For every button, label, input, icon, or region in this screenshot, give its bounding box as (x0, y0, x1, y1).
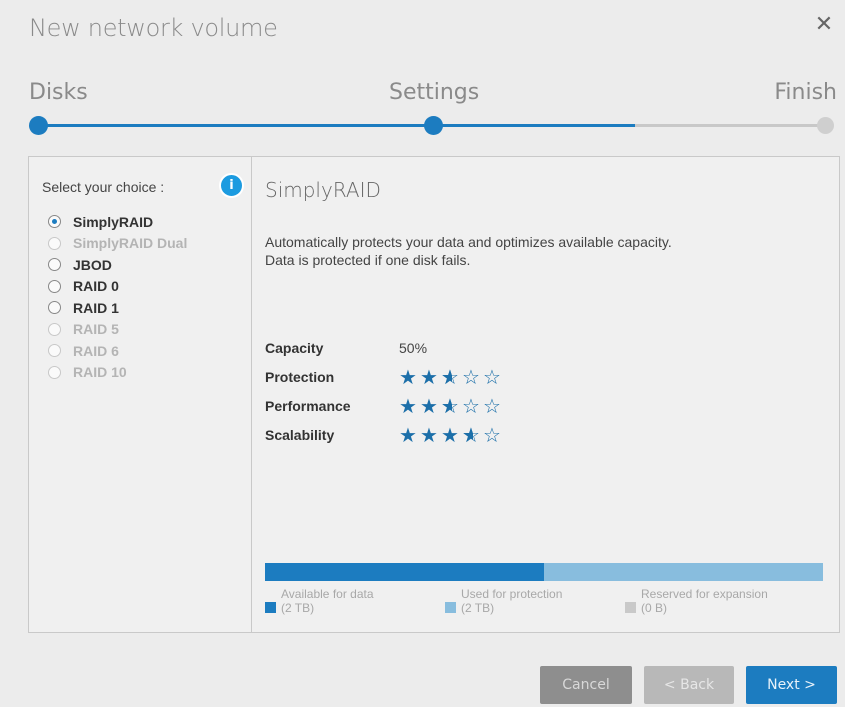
star-empty-icon: ☆ (483, 422, 501, 447)
star-empty-icon: ☆ (462, 393, 480, 418)
legend-available-swatch (265, 602, 276, 613)
legend-protection: Used for protection (2 TB) (445, 587, 625, 615)
star-full-icon: ★ (441, 422, 459, 447)
raid-option[interactable]: RAID 0 (48, 276, 187, 298)
back-button[interactable]: < Back (644, 666, 734, 704)
step-finish: Finish (774, 80, 837, 105)
dialog-title: New network volume (29, 14, 278, 42)
radio-button[interactable] (48, 258, 61, 272)
star-rating: ★ ★ ★ ☆ ★ ☆ (399, 425, 504, 445)
metric-scalability: Scalability ★ ★ ★ ☆ ★ ☆ (265, 420, 504, 449)
star-full-icon: ★ (399, 422, 417, 447)
step-dot-settings (424, 116, 443, 135)
description-line-1: Automatically protects your data and opt… (265, 234, 672, 250)
new-network-volume-dialog: New network volume ✕ Disks Settings Fini… (0, 0, 845, 707)
capacity-label: Capacity (265, 339, 324, 356)
legend-protection-label: Used for protection (461, 587, 563, 601)
legend-available: Available for data (2 TB) (265, 587, 445, 615)
raid-option-label: RAID 0 (73, 278, 119, 295)
radio-button (48, 236, 61, 250)
capacity-bar (265, 563, 823, 581)
raid-option[interactable]: RAID 1 (48, 297, 187, 319)
wizard-progress-fill (38, 124, 636, 127)
raid-options-list: SimplyRAID SimplyRAID Dual JBOD RAID 0 RAID … (48, 211, 187, 383)
raid-option: SimplyRAID Dual (48, 233, 187, 255)
star-rating: ★ ★ ☆ ★ ☆ ☆ (399, 396, 504, 416)
capacity-protection-segment (544, 563, 823, 581)
legend-available-label: Available for data (281, 587, 374, 601)
radio-button (48, 344, 61, 358)
select-choice-label: Select your choice : (42, 179, 165, 195)
cancel-button[interactable]: Cancel (540, 666, 632, 704)
capacity-value: 50% (399, 339, 428, 356)
star-half-icon: ☆ ★ (441, 364, 459, 389)
legend-protection-swatch (445, 602, 456, 613)
radio-button (48, 365, 61, 379)
metric-label: Protection (265, 368, 335, 385)
raid-option: RAID 10 (48, 362, 187, 384)
star-rating: ★ ★ ☆ ★ ☆ ☆ (399, 367, 504, 387)
legend-available-size: (2 TB) (281, 601, 315, 615)
close-icon[interactable]: ✕ (811, 12, 837, 38)
raid-option-label: RAID 5 (73, 321, 119, 338)
star-empty-icon: ☆ (462, 364, 480, 389)
legend-reserved-swatch (625, 602, 636, 613)
step-settings: Settings (389, 80, 480, 105)
raid-option-label: SimplyRAID Dual (73, 235, 188, 252)
metric-protection: Protection ★ ★ ☆ ★ ☆ ☆ (265, 362, 504, 391)
volume-settings-panel: Select your choice : i SimplyRAID SimplyR… (28, 156, 840, 633)
raid-details: SimplyRAID Automatically protects your d… (252, 157, 839, 632)
legend-protection-size: (2 TB) (461, 601, 495, 615)
star-half-icon: ☆ ★ (441, 393, 459, 418)
raid-description: Automatically protects your data and opt… (265, 233, 815, 269)
raid-metrics: Capacity 50% Protection ★ ★ ☆ ★ ☆ ☆ Performance… (265, 333, 504, 449)
star-full-icon: ★ (420, 422, 438, 447)
raid-option: RAID 6 (48, 340, 187, 362)
raid-option-label: RAID 10 (73, 364, 127, 381)
step-disks: Disks (29, 80, 88, 105)
star-full-icon: ★ (399, 364, 417, 389)
raid-option: RAID 5 (48, 319, 187, 341)
metric-label: Scalability (265, 426, 335, 443)
radio-button (48, 322, 61, 336)
next-button[interactable]: Next > (746, 666, 837, 704)
raid-option[interactable]: SimplyRAID (48, 211, 187, 233)
legend-reserved-size: (0 B) (641, 601, 668, 615)
raid-option-label: SimplyRAID (73, 213, 154, 230)
star-empty-icon: ☆ (483, 393, 501, 418)
star-full-icon: ★ (399, 393, 417, 418)
raid-option-label: RAID 1 (73, 299, 119, 316)
step-dot-finish (817, 117, 834, 134)
capacity-available-segment (265, 563, 544, 581)
description-line-2: Data is protected if one disk fails. (265, 252, 471, 268)
radio-button[interactable] (48, 279, 61, 293)
raid-choice-sidebar: Select your choice : i SimplyRAID SimplyR… (29, 157, 252, 632)
raid-option[interactable]: JBOD (48, 254, 187, 276)
star-full-icon: ★ (420, 364, 438, 389)
star-empty-icon: ☆ (483, 364, 501, 389)
metric-label: Performance (265, 397, 351, 414)
radio-button[interactable] (48, 301, 61, 315)
legend-reserved: Reserved for expansion (0 B) (625, 587, 805, 615)
info-icon[interactable]: i (219, 173, 244, 198)
metric-performance: Performance ★ ★ ☆ ★ ☆ ☆ (265, 391, 504, 420)
raid-details-title: SimplyRAID (265, 178, 381, 202)
raid-option-label: RAID 6 (73, 342, 119, 359)
radio-button[interactable] (48, 215, 61, 229)
star-half-icon: ☆ ★ (462, 422, 480, 447)
metric-capacity: Capacity 50% (265, 333, 504, 362)
legend-reserved-label: Reserved for expansion (641, 587, 768, 601)
star-full-icon: ★ (420, 393, 438, 418)
capacity-legend: Available for data (2 TB) Used for prote… (265, 587, 835, 615)
step-dot-disks (29, 116, 48, 135)
raid-option-label: JBOD (73, 256, 112, 273)
